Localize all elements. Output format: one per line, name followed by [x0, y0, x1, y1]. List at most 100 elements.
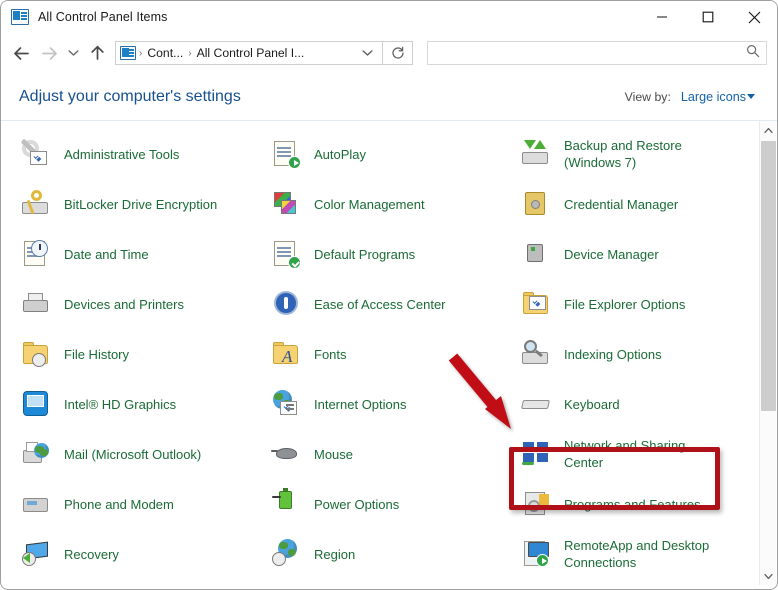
- control-panel-item-date-and-time[interactable]: Date and Time: [1, 229, 251, 279]
- control-panel-item-ease-of-access-center[interactable]: Ease of Access Center: [251, 279, 501, 329]
- devices-and-printers-icon: [19, 287, 53, 321]
- item-label: Phone and Modem: [64, 496, 174, 512]
- file-history-icon: [19, 337, 53, 371]
- breadcrumb-item-all-control-panel-items[interactable]: All Control Panel I...: [195, 46, 307, 60]
- item-label: Region: [314, 546, 356, 562]
- forward-icon[interactable]: [35, 39, 63, 67]
- window-title: All Control Panel Items: [38, 10, 168, 24]
- control-panel-item-power-options[interactable]: Power Options: [251, 479, 501, 529]
- control-panel-item-keyboard[interactable]: Keyboard: [501, 379, 753, 429]
- scroll-up-icon[interactable]: [760, 121, 777, 139]
- control-panel-item-remoteapp-and-desktop-connections[interactable]: RemoteApp and Desktop Connections: [501, 529, 753, 579]
- maximize-button[interactable]: [685, 1, 731, 33]
- refresh-icon[interactable]: [383, 41, 413, 65]
- view-by-dropdown[interactable]: Large icons: [681, 88, 755, 106]
- administrative-tools-icon: [19, 137, 53, 171]
- control-panel-item-file-history[interactable]: File History: [1, 329, 251, 379]
- control-panel-item-phone-and-modem[interactable]: Phone and Modem: [1, 479, 251, 529]
- item-label: Default Programs: [314, 246, 416, 262]
- control-panel-item-devices-and-printers[interactable]: Devices and Printers: [1, 279, 251, 329]
- control-panel-icon: [11, 9, 29, 25]
- item-label: AutoPlay: [314, 146, 367, 162]
- address-bar[interactable]: › Cont... › All Control Panel I...: [115, 41, 383, 65]
- control-panel-item-default-programs[interactable]: Default Programs: [251, 229, 501, 279]
- control-panel-item-credential-manager[interactable]: Credential Manager: [501, 179, 753, 229]
- breadcrumb-item-control-panel[interactable]: Cont...: [145, 46, 185, 60]
- chevron-down-icon[interactable]: [747, 93, 755, 99]
- internet-options-icon: [269, 387, 303, 421]
- bitlocker-icon: [19, 187, 53, 221]
- autoplay-icon: [269, 137, 303, 171]
- title-bar: All Control Panel Items: [1, 1, 777, 33]
- control-panel-item-network-and-sharing-center[interactable]: Network and Sharing Center: [501, 429, 753, 479]
- network-and-sharing-center-icon: [519, 437, 553, 471]
- control-panel-item-programs-and-features[interactable]: Programs and Features: [501, 479, 753, 529]
- control-panel-item-backup-and-restore[interactable]: Backup and Restore (Windows 7): [501, 129, 753, 179]
- file-explorer-options-icon: [519, 287, 553, 321]
- vertical-scrollbar[interactable]: [759, 121, 776, 585]
- recent-locations-chevron-down-icon[interactable]: [63, 39, 83, 67]
- back-icon[interactable]: [7, 39, 35, 67]
- item-label: Color Management: [314, 196, 425, 212]
- recovery-icon: [19, 537, 53, 571]
- item-label: Mouse: [314, 446, 354, 462]
- minimize-button[interactable]: [639, 1, 685, 33]
- view-by-value[interactable]: Large icons: [681, 90, 746, 104]
- item-label: Ease of Access Center: [314, 296, 446, 312]
- address-chevron-down-icon[interactable]: [358, 49, 380, 57]
- intel-hd-graphics-icon: [19, 387, 53, 421]
- mail-icon: [19, 437, 53, 471]
- control-panel-window: All Control Panel Items › Cont... › All …: [0, 0, 778, 590]
- item-label: Date and Time: [64, 246, 149, 262]
- control-panel-item-file-explorer-options[interactable]: File Explorer Options: [501, 279, 753, 329]
- item-label: Devices and Printers: [64, 296, 184, 312]
- search-box[interactable]: [427, 41, 767, 65]
- breadcrumb-separator: ›: [188, 47, 192, 59]
- keyboard-icon: [519, 387, 553, 421]
- control-panel-item-recovery[interactable]: Recovery: [1, 529, 251, 579]
- item-label: Fonts: [314, 346, 347, 362]
- search-input[interactable]: [434, 46, 746, 60]
- control-panel-item-administrative-tools[interactable]: Administrative Tools: [1, 129, 251, 179]
- item-label: Network and Sharing Center: [564, 438, 686, 470]
- item-label: Administrative Tools: [64, 146, 180, 162]
- item-label: Device Manager: [564, 246, 659, 262]
- control-panel-item-mouse[interactable]: Mouse: [251, 429, 501, 479]
- remoteapp-and-desktop-connections-icon: [519, 537, 553, 571]
- navigation-bar: › Cont... › All Control Panel I...: [1, 33, 777, 73]
- scrollbar-thumb[interactable]: [761, 141, 776, 411]
- item-label: File History: [64, 346, 130, 362]
- scroll-down-icon[interactable]: [760, 567, 777, 585]
- control-panel-item-fonts[interactable]: A Fonts: [251, 329, 501, 379]
- control-panel-item-color-management[interactable]: Color Management: [251, 179, 501, 229]
- up-icon[interactable]: [83, 39, 111, 67]
- power-options-icon: [269, 487, 303, 521]
- items-column-3: Backup and Restore (Windows 7) Credentia…: [501, 129, 753, 579]
- region-icon: [269, 537, 303, 571]
- item-label: Internet Options: [314, 396, 407, 412]
- date-and-time-icon: [19, 237, 53, 271]
- control-panel-item-autoplay[interactable]: AutoPlay: [251, 129, 501, 179]
- control-panel-item-intel-hd-graphics[interactable]: Intel® HD Graphics: [1, 379, 251, 429]
- default-programs-icon: [269, 237, 303, 271]
- header-band: Adjust your computer's settings View by:…: [1, 73, 777, 121]
- items-column-1: Administrative Tools BitLocker Drive Enc…: [1, 129, 251, 579]
- control-panel-item-device-manager[interactable]: Device Manager: [501, 229, 753, 279]
- backup-and-restore-icon: [519, 137, 553, 171]
- control-panel-item-internet-options[interactable]: Internet Options: [251, 379, 501, 429]
- item-label: Programs and Features: [564, 496, 701, 512]
- mouse-icon: [269, 437, 303, 471]
- control-panel-item-bitlocker-drive-encryption[interactable]: BitLocker Drive Encryption: [1, 179, 251, 229]
- item-label: Intel® HD Graphics: [64, 396, 177, 412]
- control-panel-item-indexing-options[interactable]: Indexing Options: [501, 329, 753, 379]
- control-panel-item-mail[interactable]: Mail (Microsoft Outlook): [1, 429, 251, 479]
- ease-of-access-icon: [269, 287, 303, 321]
- page-title: Adjust your computer's settings: [19, 87, 241, 105]
- items-column-2: AutoPlay Color Management Default Progra…: [251, 129, 501, 579]
- search-icon[interactable]: [746, 44, 760, 63]
- control-panel-item-region[interactable]: Region: [251, 529, 501, 579]
- item-label: Credential Manager: [564, 196, 679, 212]
- close-button[interactable]: [731, 1, 777, 33]
- items-grid: Administrative Tools BitLocker Drive Enc…: [1, 121, 753, 579]
- item-label: File Explorer Options: [564, 296, 686, 312]
